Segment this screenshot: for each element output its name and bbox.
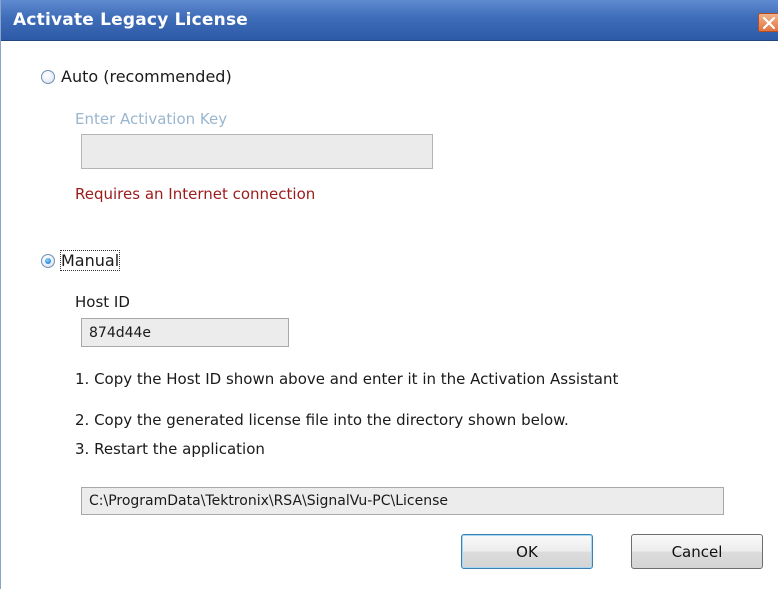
- activation-key-input[interactable]: [81, 134, 433, 169]
- title-bar[interactable]: Activate Legacy License: [1, 0, 778, 41]
- close-icon: [763, 17, 775, 29]
- instruction-step-2: 2. Copy the generated license file into …: [75, 411, 569, 429]
- license-path-field[interactable]: C:\ProgramData\Tektronix\RSA\SignalVu-PC…: [81, 487, 724, 515]
- close-button[interactable]: [758, 13, 778, 32]
- manual-radio-label[interactable]: Manual: [59, 250, 121, 271]
- window-title: Activate Legacy License: [13, 10, 249, 30]
- instruction-step-1: 1. Copy the Host ID shown above and ente…: [75, 370, 619, 388]
- manual-radio[interactable]: [41, 253, 55, 268]
- host-id-field[interactable]: 874d44e: [81, 318, 289, 347]
- activate-license-dialog: Activate Legacy License Auto (recommende…: [0, 0, 778, 589]
- auto-radio[interactable]: [41, 69, 55, 84]
- ok-button[interactable]: OK: [461, 534, 593, 569]
- host-id-label: Host ID: [75, 293, 130, 311]
- instruction-step-3: 3. Restart the application: [75, 440, 265, 458]
- manual-radio-option[interactable]: Manual: [41, 250, 121, 271]
- cancel-button[interactable]: Cancel: [631, 534, 763, 569]
- auto-radio-label[interactable]: Auto (recommended): [61, 67, 232, 86]
- activation-key-label: Enter Activation Key: [75, 110, 228, 128]
- auto-radio-option[interactable]: Auto (recommended): [41, 67, 232, 86]
- internet-requirement-note: Requires an Internet connection: [75, 185, 316, 203]
